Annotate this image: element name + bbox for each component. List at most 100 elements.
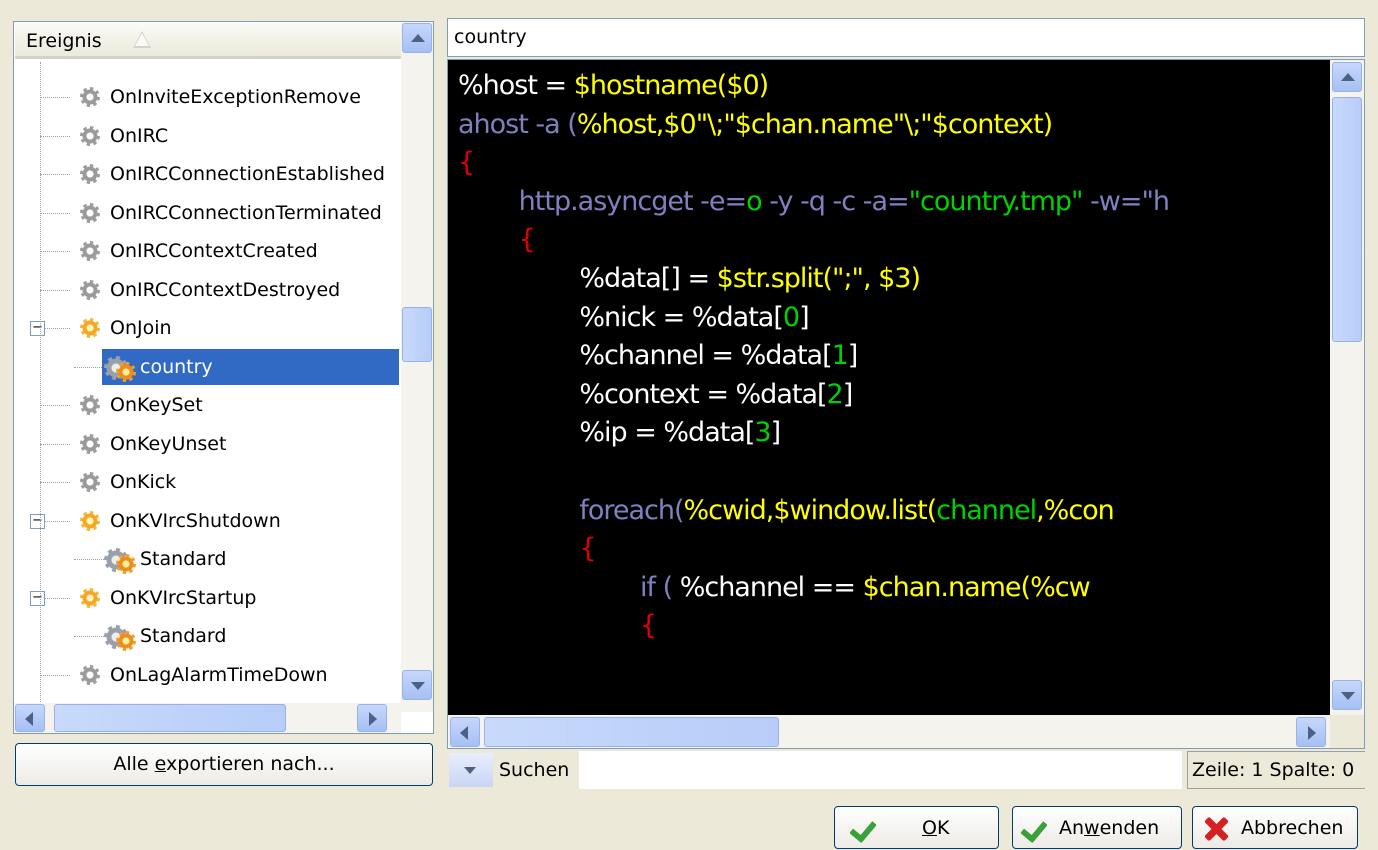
code-token: %nick = %data[: [458, 301, 784, 333]
sort-ascending-icon: [133, 31, 151, 48]
script-icon: [104, 546, 140, 574]
scroll-right-button[interactable]: [1296, 717, 1326, 747]
collapse-toggle[interactable]: −: [30, 321, 45, 336]
tree-connector: [74, 559, 104, 560]
collapse-toggle[interactable]: −: [30, 590, 45, 606]
tree-column-header[interactable]: Ereignis: [15, 23, 411, 59]
chevron-up-icon: [411, 34, 425, 42]
scroll-down-button[interactable]: [402, 670, 432, 700]
tree-item[interactable]: OnLagAlarmTimeDown: [14, 656, 399, 694]
code-token: $0"\;"$chan.name"\;"$context): [663, 108, 1053, 140]
tree-item[interactable]: OnIRCConnectionEstablished: [14, 155, 399, 193]
code-token: -y -q -c -a=: [761, 185, 909, 217]
tree-item[interactable]: − OnKVIrcStartup: [14, 579, 399, 617]
event-gear-icon: [80, 125, 100, 146]
code-token: %context = %data[: [458, 378, 827, 410]
tree-item[interactable]: OnIRCContextCreated: [14, 232, 399, 270]
tree-item-label: OnIRC: [110, 124, 169, 147]
scroll-thumb[interactable]: [1332, 97, 1362, 342]
code-token: $str.split(";", $3): [716, 263, 921, 294]
check-icon: [1020, 817, 1050, 839]
tree-item[interactable]: OnKeySet: [14, 386, 399, 424]
tree-vertical-scrollbar[interactable]: [401, 22, 433, 712]
tree-connector: [40, 251, 70, 252]
scroll-up-button[interactable]: [402, 23, 432, 53]
code-token: %host,: [576, 108, 665, 140]
tree-item[interactable]: − OnJoin: [14, 309, 399, 347]
tree-item[interactable]: Standard: [14, 617, 399, 655]
tree-item-label: OnKeySet: [110, 394, 203, 416]
code-token: ,%con: [1036, 494, 1115, 526]
code-editor[interactable]: %host = $hostname($0) ahost -a (%host,$0"…: [447, 59, 1365, 749]
code-token: %channel ==: [679, 571, 863, 603]
chevron-right-icon: [369, 712, 377, 726]
event-gear-icon: [80, 164, 100, 184]
code-token: %channel = %data[: [458, 340, 832, 372]
event-gear-icon: [80, 241, 100, 261]
tree-item[interactable]: OnInviteExceptionRemove: [14, 78, 399, 116]
chevron-right-icon: [1308, 726, 1316, 740]
code-token: ]: [842, 378, 854, 410]
cancel-button[interactable]: Abbrechen: [1192, 806, 1358, 849]
cancel-label: Abbrechen: [1241, 817, 1344, 839]
code-line: {: [458, 531, 596, 567]
export-all-button[interactable]: Alle exportieren nach...: [15, 743, 433, 786]
tree-connector: [74, 636, 104, 637]
chevron-down-icon: [411, 682, 425, 690]
search-input[interactable]: [579, 751, 1182, 789]
apply-button[interactable]: Anwenden: [1012, 806, 1182, 849]
tree-connector: [40, 97, 70, 98]
code-token: {: [458, 610, 657, 642]
tree-item[interactable]: OnIRCContextDestroyed: [14, 271, 399, 309]
code-line: %context = %data[2]: [458, 377, 854, 413]
event-gear-icon: [80, 472, 100, 492]
code-token: ]: [847, 340, 859, 372]
scroll-left-button[interactable]: [15, 704, 45, 732]
tree-item-label: OnKeyUnset: [110, 432, 227, 455]
apply-label-post: enden: [1099, 817, 1160, 839]
code-token: foreach(: [458, 494, 684, 526]
tree-connector: [40, 482, 70, 483]
tree-trunk-line: [40, 62, 41, 712]
tree-item[interactable]: Standard: [14, 540, 399, 578]
code-line: if ( %channel == $chan.name(%cw: [458, 570, 1091, 606]
collapse-toggle[interactable]: −: [30, 513, 45, 529]
scroll-left-button[interactable]: [450, 717, 480, 747]
tree-item-label: OnInviteExceptionRemove: [110, 86, 361, 108]
scroll-thumb[interactable]: [54, 704, 286, 732]
tree-horizontal-scrollbar[interactable]: [14, 703, 401, 733]
search-bar: Suchen Zeile: 1 Spalte: 0: [447, 751, 1365, 789]
code-token: -w="h: [1082, 185, 1170, 217]
scroll-thumb[interactable]: [484, 717, 779, 747]
ok-button[interactable]: OK: [834, 806, 999, 849]
tree-connector: [40, 289, 70, 291]
code-token: 2: [826, 378, 844, 410]
tree-item[interactable]: OnIRC: [14, 117, 399, 155]
ok-label-post: K: [936, 817, 950, 839]
scroll-up-button[interactable]: [1332, 62, 1362, 92]
code-line: %ip = %data[3]: [458, 415, 781, 451]
scroll-right-button[interactable]: [357, 704, 387, 732]
code-line: {: [458, 145, 475, 181]
event-tree[interactable]: Ereignis OnInviteExceptionRemove OnIRC OnI…: [13, 21, 434, 734]
tree-item[interactable]: OnIRCConnectionTerminated: [14, 194, 399, 232]
tree-item[interactable]: OnKick: [14, 463, 399, 501]
editor-horizontal-scrollbar[interactable]: [448, 715, 1330, 748]
search-options-toggle[interactable]: [449, 753, 493, 787]
tree-item-selected[interactable]: country: [14, 348, 399, 386]
code-line: {: [458, 222, 536, 258]
tree-item[interactable]: OnKeyUnset: [14, 425, 399, 463]
tree-connector: [74, 366, 104, 368]
scroll-down-button[interactable]: [1332, 680, 1362, 710]
search-label: Suchen: [499, 759, 570, 781]
tree-item[interactable]: − OnKVIrcShutdown: [14, 502, 399, 540]
code-token: $hostname: [573, 70, 718, 101]
editor-vertical-scrollbar[interactable]: [1330, 60, 1364, 715]
script-name-field[interactable]: country: [447, 18, 1365, 57]
export-label-post: xportieren nach...: [166, 753, 335, 775]
code-token: "country.tmp": [908, 185, 1084, 217]
event-gear-icon: [80, 87, 100, 107]
tree-item-label: OnLagAlarmTimeDown: [110, 663, 328, 686]
close-icon: [1203, 816, 1229, 842]
scroll-thumb[interactable]: [402, 307, 432, 362]
